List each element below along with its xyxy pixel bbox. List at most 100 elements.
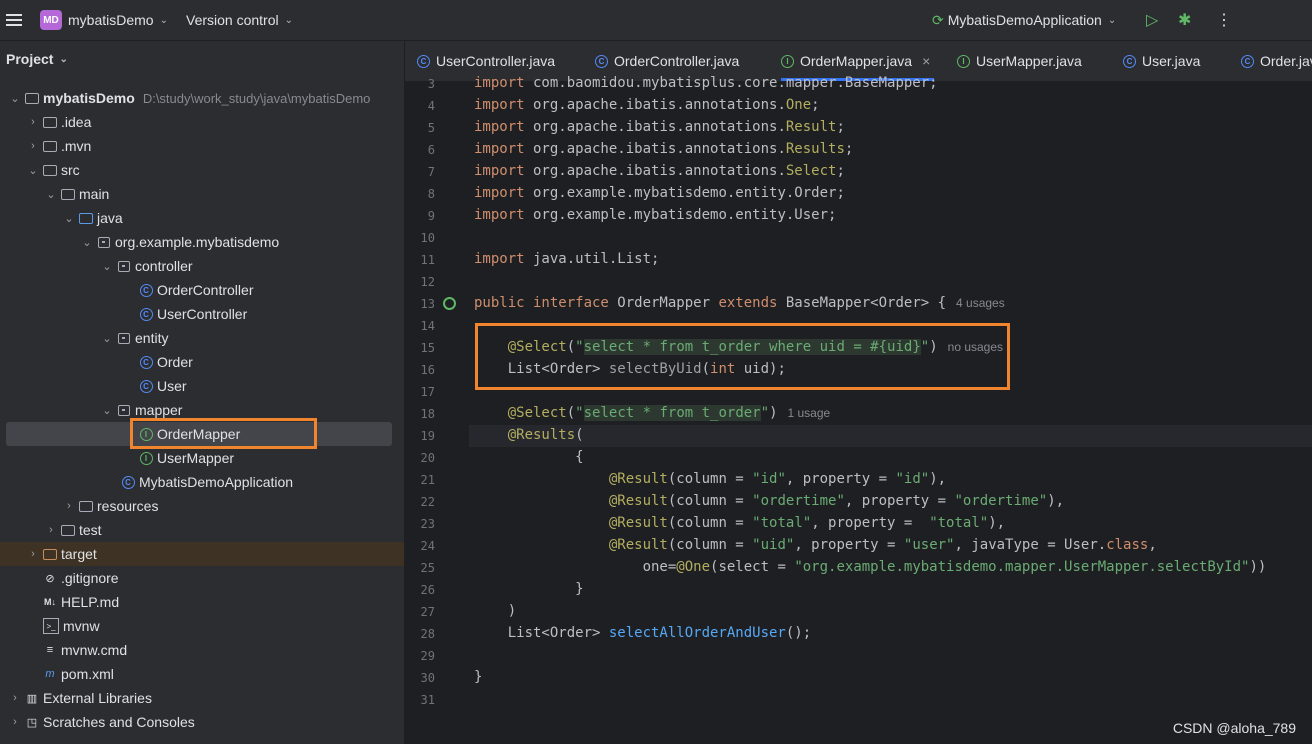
tree-item-mvn[interactable]: › .mvn xyxy=(0,134,430,158)
chevron-down-icon: ⌄ xyxy=(59,53,68,65)
line-number: 30 xyxy=(420,671,435,685)
debug-button[interactable]: ✱ xyxy=(1178,0,1191,40)
line-number: 21 xyxy=(420,473,435,487)
class-icon: C xyxy=(139,283,153,297)
code-line-30: } xyxy=(474,669,483,685)
panel-title: Project xyxy=(6,51,54,67)
more-vertical-icon: ⋮ xyxy=(1216,12,1232,29)
tree-label: controller xyxy=(135,258,193,274)
line-number: 6 xyxy=(427,143,435,157)
interface-icon: I xyxy=(957,54,970,68)
tab-usermapper[interactable]: I UserMapper.java xyxy=(957,41,1082,81)
project-badge: MD xyxy=(40,10,62,30)
source-folder-icon xyxy=(79,211,93,225)
class-icon: C xyxy=(139,379,153,393)
tab-label: OrderController.java xyxy=(614,53,740,69)
line-number: 4 xyxy=(427,99,435,113)
code-line-22: @Result(column = "ordertime", property =… xyxy=(608,493,1065,509)
code-line-13: public interface OrderMapper extends Bas… xyxy=(474,295,1005,311)
code-line-7: import org.apache.ibatis.annotations.Sel… xyxy=(474,163,845,179)
project-name: mybatisDemo xyxy=(68,12,154,28)
tree-label: main xyxy=(79,186,110,202)
tree-item-java[interactable]: ⌄ java xyxy=(0,206,466,230)
select-annotation-highlight-box xyxy=(475,323,1010,390)
tree-item-test[interactable]: › test xyxy=(0,518,448,542)
tab-label: OrderMapper.java xyxy=(800,53,913,69)
interface-icon: I xyxy=(139,451,153,465)
code-line-6: import org.apache.ibatis.annotations.Res… xyxy=(474,141,854,157)
code-line-27: ) xyxy=(474,603,517,619)
folder-icon xyxy=(61,523,75,537)
chevron-right-icon: › xyxy=(13,692,17,704)
main-menu-button[interactable] xyxy=(6,0,22,40)
text-file-icon: ≡ xyxy=(46,644,54,656)
tree-item-main[interactable]: ⌄ main xyxy=(0,182,448,206)
line-number: 5 xyxy=(427,121,435,135)
line-number: 3 xyxy=(427,77,435,91)
mybatis-navigation-icon[interactable] xyxy=(443,297,456,310)
excluded-folder-icon xyxy=(43,547,57,561)
tree-item-pom[interactable]: m pom.xml xyxy=(0,662,444,686)
chevron-down-icon: ⌄ xyxy=(82,236,92,249)
tree-item-help[interactable]: M↓ HELP.md xyxy=(0,590,444,614)
package-icon xyxy=(117,259,131,273)
tree-label: resources xyxy=(97,498,159,514)
chevron-right-icon: › xyxy=(13,716,17,728)
chevron-down-icon: ⌄ xyxy=(159,14,168,26)
usages-hint[interactable]: 4 usages xyxy=(956,296,1005,310)
tree-label: src xyxy=(61,162,80,178)
code-line-19: @Results( xyxy=(507,427,584,443)
chevron-down-icon: ⌄ xyxy=(102,260,112,273)
folder-icon xyxy=(61,187,75,201)
more-actions-button[interactable]: ⋮ xyxy=(1216,0,1232,40)
spring-boot-class-icon: C xyxy=(121,475,135,489)
line-number: 9 xyxy=(427,209,435,223)
tree-label: mvnw xyxy=(63,618,100,634)
tree-item-gitignore[interactable]: ⊘ .gitignore xyxy=(0,566,444,590)
tab-user[interactable]: C User.java xyxy=(1123,41,1200,81)
chevron-down-icon: ⌄ xyxy=(102,404,112,417)
watermark: CSDN @aloha_789 xyxy=(1172,720,1296,736)
tree-label: entity xyxy=(135,330,169,346)
tree-item-mybatisdemo[interactable]: ⌄ mybatisDemo D:\study\work_study\java\my… xyxy=(0,86,412,110)
folder-icon xyxy=(25,91,39,105)
tree-label: HELP.md xyxy=(61,594,120,610)
line-number: 7 xyxy=(427,165,435,179)
package-icon xyxy=(117,403,131,417)
run-config-label: MybatisDemoApplication xyxy=(947,12,1102,28)
class-icon: C xyxy=(139,307,153,321)
tree-item-src[interactable]: ⌄ src xyxy=(0,158,430,182)
project-path: D:\study\work_study\java\mybatisDemo xyxy=(142,90,371,106)
tree-item-mvnw[interactable]: >_ mvnw xyxy=(0,614,444,638)
chevron-down-icon: ⌄ xyxy=(1107,14,1117,26)
usages-hint[interactable]: 1 usage xyxy=(788,406,831,420)
tree-item-resources[interactable]: › resources xyxy=(0,494,466,518)
project-panel-header[interactable]: Project ⌄ xyxy=(6,51,68,67)
terminal-icon: >_ xyxy=(43,618,59,634)
code-line-20: { xyxy=(474,449,584,465)
tree-item-mvnwcmd[interactable]: ≡ mvnw.cmd xyxy=(0,638,444,662)
chevron-right-icon: › xyxy=(49,524,53,536)
run-config-selector[interactable]: ⟳ MybatisDemoApplication ⌄ xyxy=(932,0,1116,40)
tab-label: User.java xyxy=(1142,53,1201,69)
tree-item-scratches[interactable]: › ◳ Scratches and Consoles xyxy=(0,710,412,734)
line-number: 29 xyxy=(420,649,435,663)
project-switcher[interactable]: MD mybatisDemo ⌄ xyxy=(40,0,168,40)
code-line-11: import java.util.List; xyxy=(474,251,660,267)
line-number: 31 xyxy=(420,693,435,707)
line-number: 12 xyxy=(420,275,435,289)
code-editor[interactable]: 3 4 5 6 7 8 9 10 11 12 13 14 15 16 17 18 19 20 21 22 23 24 25 2… xyxy=(405,75,1312,744)
close-icon[interactable]: × xyxy=(922,53,930,69)
vcs-menu[interactable]: Version control ⌄ xyxy=(186,0,293,40)
tree-item-target[interactable]: › target xyxy=(0,542,430,566)
tab-order[interactable]: C Order.java xyxy=(1241,41,1312,81)
tree-item-external-libraries[interactable]: › ▥ External Libraries xyxy=(0,686,412,710)
code-line-25: one=@One(select = "org.example.mybatisde… xyxy=(474,559,1267,575)
chevron-right-icon: › xyxy=(31,140,35,152)
tree-item-idea[interactable]: › .idea xyxy=(0,110,430,134)
run-button[interactable]: ▷ xyxy=(1146,0,1158,40)
tree-label: Scratches and Consoles xyxy=(43,714,195,730)
resources-folder-icon xyxy=(79,499,93,513)
tree-label: .idea xyxy=(61,114,92,130)
maven-icon: m xyxy=(45,668,55,680)
